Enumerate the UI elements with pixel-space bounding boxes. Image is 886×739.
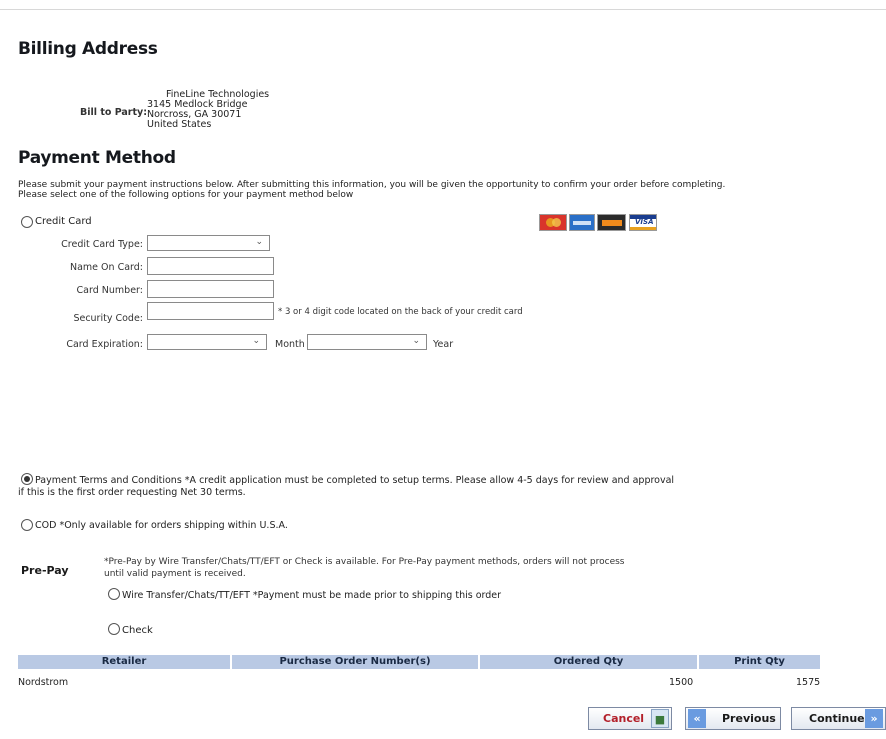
amex-icon [569, 214, 595, 231]
month-label: Month [275, 339, 305, 350]
prepay-heading: Pre-Pay [21, 564, 69, 577]
mastercard-icon [539, 214, 567, 231]
card-number-label: Card Number: [76, 285, 143, 296]
previous-button-label: Previous [722, 712, 776, 725]
header-retailer: Retailer [18, 655, 230, 669]
billing-address-heading: Billing Address [18, 39, 158, 59]
header-purchase-order: Purchase Order Number(s) [232, 655, 478, 669]
continue-button-label: Continue [809, 712, 865, 725]
credit-card-label: Credit Card [35, 216, 92, 227]
table-row-print-qty: 1575 [796, 677, 821, 688]
prepay-note-line2: until valid payment is received. [104, 569, 246, 579]
double-chevron-right-icon: » [865, 709, 883, 728]
cod-label: COD *Only available for orders shipping … [35, 520, 288, 531]
chevron-down-icon: ⌄ [255, 237, 263, 247]
double-chevron-left-icon: « [688, 709, 706, 728]
continue-button[interactable]: Continue » [791, 707, 886, 730]
expiration-month-select[interactable]: ⌄ [147, 334, 267, 350]
security-code-note: * 3 or 4 digit code located on the back … [278, 307, 523, 317]
name-on-card-label: Name On Card: [70, 262, 143, 273]
lock-icon: ■ [651, 709, 669, 728]
card-number-input[interactable] [147, 280, 274, 298]
card-expiration-label: Card Expiration: [66, 339, 143, 350]
prepay-note-line1: *Pre-Pay by Wire Transfer/Chats/TT/EFT o… [104, 557, 625, 567]
top-divider [0, 9, 886, 10]
discover-icon [597, 214, 626, 231]
chevron-down-icon: ⌄ [252, 336, 260, 346]
bill-to-address: FineLine Technologies 3145 Medlock Bridg… [147, 90, 269, 130]
cancel-button-label: Cancel [603, 712, 645, 725]
payment-instructions-line2: Please select one of the following optio… [18, 190, 354, 200]
card-type-select[interactable]: ⌄ [147, 235, 270, 251]
payment-terms-radio[interactable] [21, 473, 33, 485]
card-type-label: Credit Card Type: [61, 239, 143, 250]
expiration-year-select[interactable]: ⌄ [307, 334, 427, 350]
chevron-down-icon: ⌄ [412, 336, 420, 346]
address-country: United States [147, 119, 212, 130]
header-print-qty: Print Qty [699, 655, 820, 669]
name-on-card-input[interactable] [147, 257, 274, 275]
header-ordered-qty: Ordered Qty [480, 655, 697, 669]
wire-transfer-radio[interactable] [108, 588, 120, 600]
payment-terms-label: Payment Terms and Conditions *A credit a… [35, 475, 675, 486]
credit-card-radio[interactable] [21, 216, 33, 228]
bill-to-label: Bill to Party: [80, 107, 148, 118]
payment-terms-label-cont: if this is the first order requesting Ne… [18, 487, 246, 498]
payment-method-heading: Payment Method [18, 148, 176, 168]
check-label: Check [122, 625, 153, 636]
year-label: Year [433, 339, 454, 350]
payment-instructions-line1: Please submit your payment instructions … [18, 180, 726, 190]
check-radio[interactable] [108, 623, 120, 635]
security-code-input[interactable] [147, 302, 274, 320]
cod-radio[interactable] [21, 519, 33, 531]
wire-transfer-label: Wire Transfer/Chats/TT/EFT *Payment must… [122, 590, 502, 601]
previous-button[interactable]: « Previous [685, 707, 781, 730]
cancel-button[interactable]: Cancel ■ [588, 707, 672, 730]
visa-icon: VISA [629, 214, 657, 231]
security-code-label: Security Code: [73, 313, 143, 324]
table-row-ordered-qty: 1500 [669, 677, 694, 688]
table-row-retailer: Nordstrom [18, 677, 69, 688]
